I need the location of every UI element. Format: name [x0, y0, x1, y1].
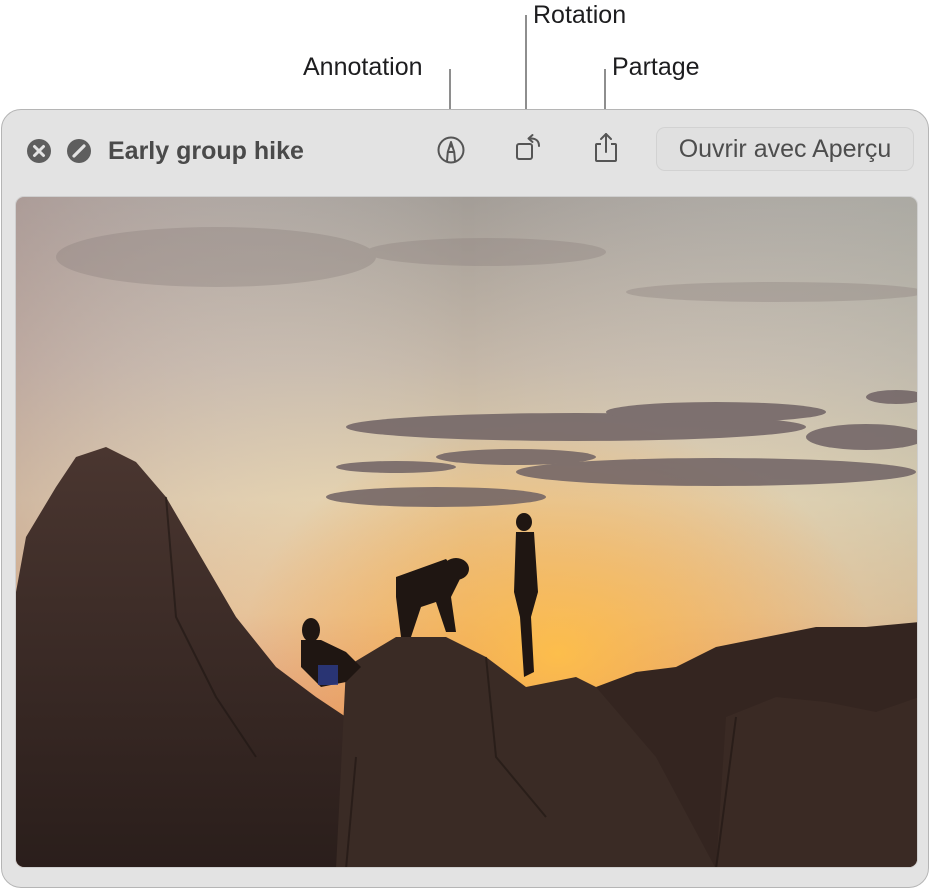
window-title: Early group hike [108, 137, 304, 165]
callout-rotation-label: Rotation [533, 1, 627, 29]
close-button[interactable] [27, 139, 51, 163]
share-icon [595, 133, 617, 162]
fullscreen-icon [67, 139, 91, 163]
rock-right-front [716, 697, 917, 867]
quick-look-window: Early group hike Ouvrir avec Aperçu [1, 109, 929, 888]
fullscreen-button[interactable] [67, 139, 91, 163]
callout-annotation-label: Annotation [303, 53, 423, 81]
rotate-button[interactable] [512, 132, 544, 164]
rotate-left-icon [516, 134, 540, 160]
toolbar: Early group hike Ouvrir avec Aperçu [2, 110, 928, 196]
open-with-preview-button[interactable]: Ouvrir avec Aperçu [656, 127, 914, 171]
callout-share-label: Partage [612, 53, 700, 81]
close-icon [27, 139, 51, 163]
markup-pen-icon [437, 136, 465, 164]
photo-preview [15, 196, 918, 868]
share-button[interactable] [590, 130, 622, 164]
photo-image [16, 197, 917, 867]
annotate-button[interactable] [435, 134, 467, 166]
